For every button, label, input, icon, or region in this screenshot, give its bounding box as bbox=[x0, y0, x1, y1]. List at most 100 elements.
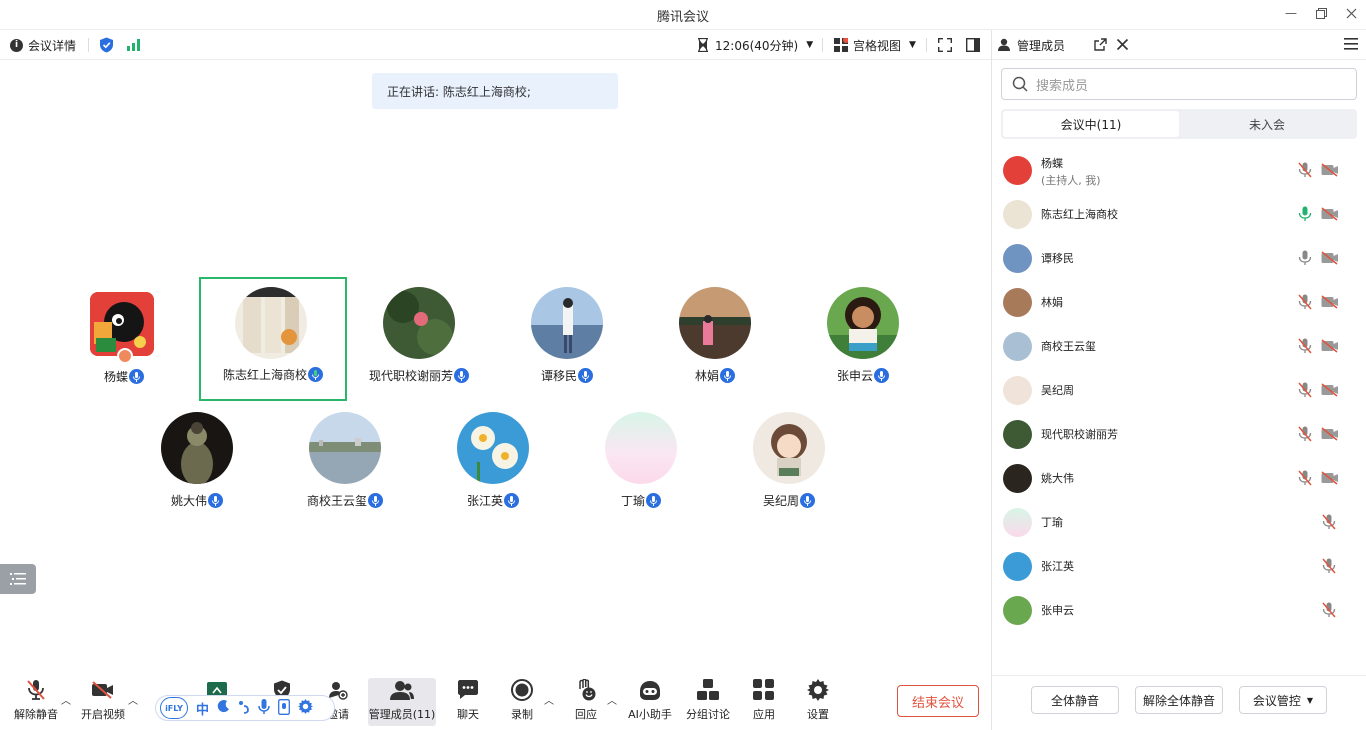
camera-off-icon[interactable] bbox=[1321, 471, 1339, 485]
signal-icon[interactable] bbox=[127, 30, 141, 60]
avatar bbox=[1003, 199, 1032, 229]
popout-icon[interactable] bbox=[1094, 38, 1107, 54]
mic-icon[interactable] bbox=[1298, 206, 1312, 222]
unmute-button[interactable]: 解除静音 bbox=[12, 678, 60, 726]
participant-tile[interactable]: 张申云 bbox=[789, 279, 937, 403]
member-row[interactable]: 杨蝶 (主持人, 我) bbox=[992, 148, 1366, 192]
mic-icon[interactable] bbox=[1298, 250, 1312, 266]
sidebar-toggle-icon[interactable] bbox=[966, 30, 980, 60]
mic-muted-icon[interactable] bbox=[1298, 338, 1312, 354]
participant-label: 林娟 bbox=[694, 369, 719, 383]
unmute-all-button[interactable]: 解除全体静音 bbox=[1135, 686, 1223, 714]
camera-off-icon[interactable] bbox=[1321, 427, 1339, 441]
record-label: 录制 bbox=[511, 708, 533, 721]
restore-icon[interactable] bbox=[1313, 5, 1329, 21]
member-row[interactable]: 林娟 bbox=[992, 280, 1366, 324]
ime-settings-gear-icon[interactable] bbox=[298, 699, 314, 717]
mic-muted-icon[interactable] bbox=[1298, 382, 1312, 398]
participant-tile[interactable]: 姚大伟 bbox=[123, 404, 271, 528]
participant-tile[interactable]: 丁瑜 bbox=[567, 404, 715, 528]
mic-muted-icon[interactable] bbox=[1298, 162, 1312, 178]
tab-in-meeting[interactable]: 会议中(11) bbox=[1003, 111, 1179, 137]
camera-off-icon[interactable] bbox=[1321, 295, 1339, 309]
menu-icon[interactable] bbox=[1344, 38, 1358, 53]
moon-icon[interactable] bbox=[217, 700, 230, 716]
member-row[interactable]: 丁瑜 bbox=[992, 500, 1366, 544]
fullscreen-icon[interactable] bbox=[938, 30, 952, 60]
participant-tile[interactable]: 吴纪周 bbox=[715, 404, 863, 528]
chevron-up-icon[interactable]: ︿ bbox=[607, 692, 617, 707]
apps-button[interactable]: 应用 bbox=[748, 678, 780, 726]
manage-members-button[interactable]: 管理成员(11) bbox=[368, 678, 436, 726]
mic-muted-icon[interactable] bbox=[1322, 602, 1336, 618]
participant-tile[interactable]: 谭移民 bbox=[493, 279, 641, 403]
avatar bbox=[753, 412, 825, 484]
chevron-up-icon[interactable]: ︿ bbox=[128, 692, 138, 707]
security-shield-icon[interactable] bbox=[99, 30, 114, 60]
close-window-icon[interactable] bbox=[1343, 5, 1359, 21]
camera-off-icon[interactable] bbox=[1321, 207, 1339, 221]
mic-muted-icon[interactable] bbox=[1322, 514, 1336, 530]
participant-tile[interactable]: 杨蝶 bbox=[50, 280, 198, 404]
mic-muted-icon[interactable] bbox=[1322, 558, 1336, 574]
member-row[interactable]: 谭移民 bbox=[992, 236, 1366, 280]
ifly-ime-bar[interactable]: iFLY 中 bbox=[155, 695, 335, 721]
participant-name: 吴纪周 bbox=[715, 492, 863, 509]
participant-tile-active[interactable]: 陈志红上海商校 bbox=[199, 277, 347, 401]
meeting-info-button[interactable]: i 会议详情 bbox=[10, 30, 76, 60]
camera-off-icon[interactable] bbox=[1321, 383, 1339, 397]
avatar bbox=[1003, 551, 1032, 581]
member-name: 吴纪周 bbox=[1041, 384, 1074, 397]
member-row[interactable]: 张申云 bbox=[992, 588, 1366, 632]
minimize-icon[interactable]: — bbox=[1283, 5, 1299, 21]
mic-icon bbox=[874, 368, 889, 383]
grid-view-icon bbox=[834, 38, 848, 52]
participant-tile[interactable]: 商校王云玺 bbox=[271, 404, 419, 528]
mic-muted-icon[interactable] bbox=[1298, 294, 1312, 310]
mic-muted-icon[interactable] bbox=[1298, 426, 1312, 442]
timer-display[interactable]: 12:06(40分钟) ▼ bbox=[697, 30, 813, 60]
timer-label: 12:06(40分钟) bbox=[715, 38, 799, 53]
ai-assistant-button[interactable]: AI小助手 bbox=[626, 678, 674, 726]
view-mode-button[interactable]: 宫格视图 ▼ bbox=[834, 30, 916, 60]
mic-muted-icon[interactable] bbox=[1298, 470, 1312, 486]
member-name: 张江英 bbox=[1041, 560, 1074, 573]
member-row[interactable]: 张江英 bbox=[992, 544, 1366, 588]
mic-muted-icon bbox=[24, 678, 48, 702]
keyboard-icon[interactable] bbox=[278, 698, 290, 718]
end-meeting-button[interactable]: 结束会议 bbox=[897, 685, 979, 717]
meeting-control-dropdown[interactable]: 会议管控 ▼ bbox=[1239, 686, 1327, 714]
punctuation-icon[interactable] bbox=[238, 700, 250, 717]
breakout-button[interactable]: 分组讨论 bbox=[684, 678, 732, 726]
mic-icon bbox=[504, 493, 519, 508]
react-button[interactable]: 回应 bbox=[570, 678, 602, 726]
chevron-up-icon[interactable]: ︿ bbox=[544, 692, 554, 707]
member-row[interactable]: 现代职校谢丽芳 bbox=[992, 412, 1366, 456]
member-row[interactable]: 吴纪周 bbox=[992, 368, 1366, 412]
voice-input-icon[interactable] bbox=[258, 698, 270, 718]
mute-all-button[interactable]: 全体静音 bbox=[1031, 686, 1119, 714]
settings-button[interactable]: 设置 bbox=[802, 678, 834, 726]
start-video-button[interactable]: 开启视频 bbox=[78, 678, 128, 726]
search-members-input[interactable]: 搜索成员 bbox=[1001, 68, 1357, 100]
chat-button[interactable]: 聊天 bbox=[452, 678, 484, 726]
floating-list-button[interactable] bbox=[0, 564, 36, 594]
participant-name: 林娟 bbox=[641, 367, 789, 384]
member-row[interactable]: 商校王云玺 bbox=[992, 324, 1366, 368]
participant-tile[interactable]: 现代职校谢丽芳 bbox=[345, 279, 493, 403]
chevron-up-icon[interactable]: ︿ bbox=[61, 692, 71, 707]
ime-language-toggle[interactable]: 中 bbox=[196, 699, 209, 718]
close-panel-icon[interactable] bbox=[1116, 38, 1129, 54]
camera-off-icon[interactable] bbox=[1321, 163, 1339, 177]
member-row[interactable]: 陈志红上海商校 bbox=[992, 192, 1366, 236]
record-button[interactable]: 录制 bbox=[506, 678, 538, 726]
member-row[interactable]: 姚大伟 bbox=[992, 456, 1366, 500]
camera-off-icon[interactable] bbox=[1321, 339, 1339, 353]
hourglass-icon bbox=[698, 38, 708, 52]
tab-not-joined[interactable]: 未入会 bbox=[1179, 111, 1355, 137]
participant-tile[interactable]: 林娟 bbox=[641, 279, 789, 403]
camera-off-icon[interactable] bbox=[1321, 251, 1339, 265]
member-name: 现代职校谢丽芳 bbox=[1041, 428, 1118, 441]
participant-tile[interactable]: 张江英 bbox=[419, 404, 567, 528]
member-name: 谭移民 bbox=[1041, 252, 1074, 265]
